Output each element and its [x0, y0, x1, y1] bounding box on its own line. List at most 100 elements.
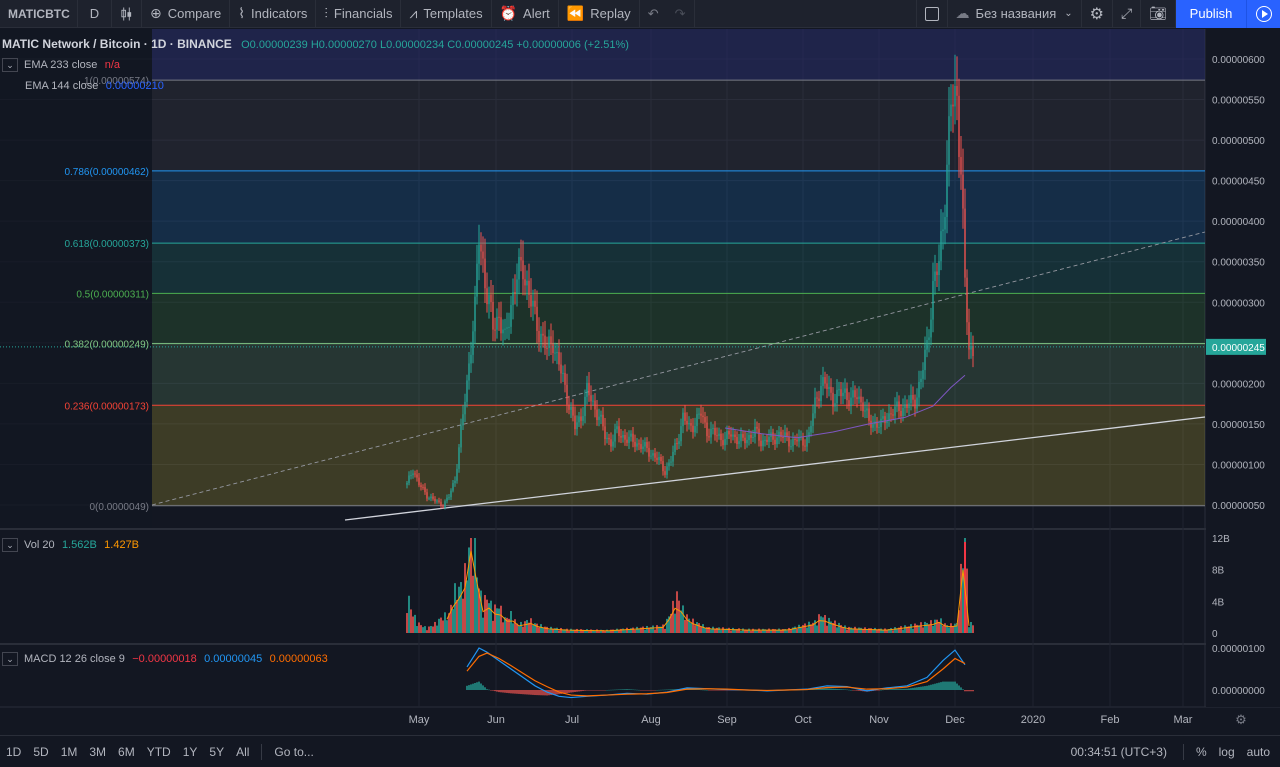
macd-histogram-bar [538, 690, 540, 696]
range-5d[interactable]: 5D [27, 745, 54, 759]
log-toggle[interactable]: log [1213, 745, 1241, 759]
fib-retracement[interactable] [0, 29, 1205, 528]
range-6m[interactable]: 6M [112, 745, 141, 759]
goto-date-button[interactable]: Go to... [268, 745, 319, 759]
percent-toggle[interactable]: % [1190, 745, 1213, 759]
collapse-legend-button[interactable]: ⌄ [2, 58, 18, 72]
macd-histogram-bar [938, 682, 940, 690]
candle-body [534, 300, 536, 307]
compare-button[interactable]: ⊕ Compare [142, 0, 231, 28]
redo-button[interactable]: ↷ [667, 0, 695, 28]
chart-canvas[interactable]: 1(0.00000574)0.786(0.00000462)0.618(0.00… [0, 28, 1280, 735]
candle-body [840, 389, 842, 397]
candle-body [498, 316, 500, 318]
candle-body [566, 384, 568, 405]
macd-histogram-bar [492, 690, 494, 691]
volume-bar [444, 612, 446, 633]
range-1m[interactable]: 1M [55, 745, 84, 759]
candle-body [578, 416, 580, 423]
macd-histogram-bar [606, 690, 608, 691]
axis-settings-gear-icon[interactable]: ⚙ [1235, 712, 1247, 727]
candle-body [756, 426, 758, 429]
candle-body [900, 410, 902, 417]
candle-body [698, 413, 700, 415]
candle-body [864, 410, 866, 412]
macd-histogram-bar [894, 688, 896, 690]
layout-name-button[interactable]: ☁ Без названия ⌄ [948, 0, 1082, 28]
templates-button[interactable]: ⩘ Templates [401, 0, 492, 28]
volume-bar [538, 627, 540, 633]
settings-button[interactable]: ⚙ [1082, 0, 1114, 28]
macd-histogram-bar [910, 688, 912, 690]
range-all[interactable]: All [230, 745, 255, 759]
volume-bar [676, 591, 678, 633]
symbol-search-button[interactable]: MATICBTC [0, 0, 78, 28]
chart-type-button[interactable] [112, 0, 142, 28]
time-tick-label: Sep [717, 714, 737, 726]
range-1y[interactable]: 1Y [177, 745, 204, 759]
volume-bar [510, 610, 512, 633]
expand-button[interactable]: ⤢ [1113, 0, 1142, 28]
macd-histogram-bar [612, 689, 614, 691]
fullscreen-toggle-button[interactable] [915, 0, 948, 28]
candle-body [786, 432, 788, 437]
clock-display[interactable]: 00:34:51 (UTC+3) [1071, 745, 1177, 759]
volume-bar [922, 627, 924, 633]
auto-toggle[interactable]: auto [1241, 745, 1280, 759]
volume-tick-label: 12B [1212, 534, 1230, 545]
volume-bar [674, 613, 676, 633]
alert-button[interactable]: ⏰ Alert [492, 0, 559, 28]
financials-button[interactable]: ⫶ Financials [316, 0, 402, 28]
candle-body [804, 445, 806, 447]
indicators-button[interactable]: ⌇ Indicators [230, 0, 317, 28]
interval-button[interactable]: D [78, 0, 112, 28]
volume-bar [654, 629, 656, 633]
price-axis[interactable]: 0.00000600 0.00000550 0.00000500 0.00000450… [1206, 29, 1280, 707]
macd-histogram-bar [618, 689, 620, 690]
range-ytd[interactable]: YTD [141, 745, 177, 759]
candle-body [918, 382, 920, 398]
candle-body [822, 377, 824, 386]
volume-bar [864, 627, 866, 633]
fib-zone [152, 170, 1205, 244]
macd-histogram-bar [490, 690, 492, 691]
macd-histogram-bar [850, 690, 852, 691]
snapshot-button[interactable]: 📷︎ [1141, 0, 1176, 28]
candle-body [758, 428, 760, 441]
macd-histogram-bar [852, 690, 854, 691]
range-5y[interactable]: 5Y [203, 745, 230, 759]
gear-icon: ⚙ [1089, 5, 1105, 23]
volume-bar [778, 628, 780, 633]
replay-button[interactable]: ⏪ Replay [559, 0, 640, 28]
volume-bar [718, 627, 720, 633]
range-1d[interactable]: 1D [0, 745, 27, 759]
candle-body [760, 440, 762, 447]
collapse-volume-button[interactable]: ⌄ [2, 538, 18, 552]
candle-body [588, 382, 590, 396]
range-3m[interactable]: 3M [83, 745, 112, 759]
candle-body [964, 208, 966, 278]
candle-body [504, 328, 506, 330]
macd-histogram-bar [822, 688, 824, 690]
volume-bar [732, 627, 734, 633]
fib-level-label: 0.786(0.00000462) [64, 167, 149, 178]
volume-bar [644, 629, 646, 633]
undo-button[interactable]: ↶ [640, 0, 667, 28]
volume-bar [440, 617, 442, 633]
macd-value-1: −0.00000018 [132, 653, 197, 665]
macd-histogram-bar [662, 689, 664, 691]
candle-body [634, 441, 636, 447]
candle-body [582, 416, 584, 421]
candle-body [446, 497, 448, 502]
price-tick-label: 0.00000200 [1212, 379, 1265, 390]
volume-bar [550, 626, 552, 633]
price-tick-label: 0.00000400 [1212, 217, 1265, 228]
candle-body [616, 426, 618, 430]
publish-button[interactable]: Publish [1176, 0, 1246, 28]
macd-histogram-bar [844, 689, 846, 690]
volume-bar [874, 627, 876, 633]
volume-bar [960, 563, 962, 633]
candle-body [608, 437, 610, 440]
collapse-macd-button[interactable]: ⌄ [2, 652, 18, 666]
publish-menu-button[interactable] [1246, 0, 1280, 28]
